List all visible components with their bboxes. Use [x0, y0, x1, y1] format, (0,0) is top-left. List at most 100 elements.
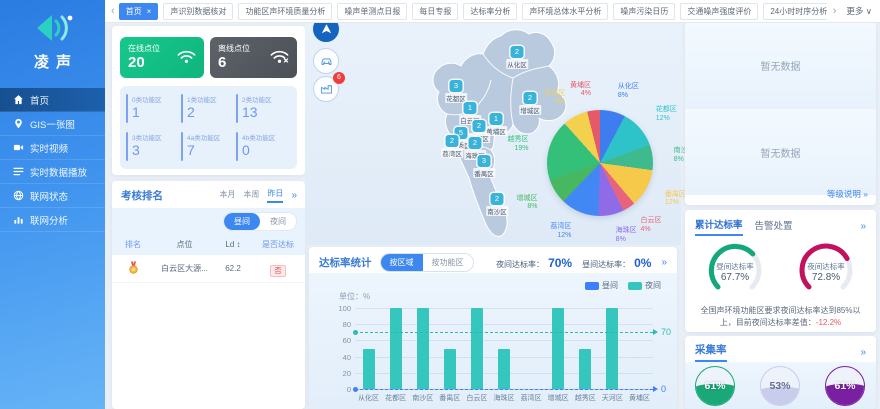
bar-chart: 020406080100从化区花都区南沙区番禺区白云区海珠区荔湾区增城区越秀区天… [309, 247, 677, 409]
tab-噪声单测点日报[interactable]: 噪声单测点日报 [337, 3, 407, 20]
level-description-link[interactable]: 等级说明 » [827, 188, 868, 200]
sidebar-item-GIS一张图[interactable]: GIS一张图 [0, 112, 105, 136]
wifi-offline-icon [269, 49, 290, 65]
map-marker-花都区[interactable]: 3 [450, 80, 463, 92]
bar-夜间-增城区 [552, 308, 564, 389]
tab-首页[interactable]: 首页× [119, 3, 159, 20]
no-data-text: 暂无数据 [761, 58, 801, 73]
collection-title: 采集率 [695, 342, 727, 362]
map-marker-白云区[interactable]: 1 [464, 102, 477, 114]
tab-交通噪声强度评价[interactable]: 交通噪声强度评价 [680, 3, 758, 20]
map-marker-黄埔区[interactable]: 1 [490, 113, 503, 125]
tab-每日专报[interactable]: 每日专报 [412, 3, 458, 20]
ranking-tab-本月[interactable]: 本月 [219, 189, 235, 202]
map-marker-海珠区[interactable]: 2 [469, 137, 482, 149]
online-points-card: 在线点位 20 [120, 37, 204, 78]
map-pin-icon [13, 118, 24, 129]
sidebar-item-实时数据播放[interactable]: 实时数据播放 [0, 160, 105, 184]
open-tabs: 首页×声识别数据核对 功能区声环境质量分析 噪声单测点日报每日专报 达标率分析 声环境总… [119, 3, 827, 20]
map-marker-label: 荔湾区 [441, 148, 463, 158]
tab-累计达标率[interactable]: 累计达标率 [695, 217, 743, 236]
reference-dot [353, 330, 358, 335]
tab-达标率分析[interactable]: 达标率分析 [463, 3, 517, 20]
ranking-tab-本周[interactable]: 本周 [243, 189, 259, 202]
tab-声识别数据核对[interactable]: 声识别数据核对 [163, 3, 233, 20]
map-marker-荔湾区[interactable]: 2 [446, 135, 459, 147]
ranking-tab-昨日[interactable]: 昨日 [267, 188, 283, 203]
reference-label: 0 [661, 384, 666, 394]
toggle-昼间[interactable]: 昼间 [224, 213, 260, 230]
tab-功能区声环境质量分析[interactable]: 功能区声环境质量分析 [238, 3, 332, 20]
ranking-more-icon[interactable]: » [291, 190, 297, 201]
sidebar-item-首页[interactable]: 首页 [0, 88, 105, 112]
collection-circle-2: 53% [760, 366, 800, 406]
rank-cell [112, 260, 154, 278]
map-marker-从化区[interactable]: 2 [511, 46, 524, 58]
offline-points-card: 离线点位 6 [210, 37, 297, 78]
zone-accent-bar [181, 132, 183, 161]
map-marker-南沙区[interactable]: 2 [491, 193, 504, 205]
tab-label: 24小时时序分析 [770, 6, 826, 17]
collection-circles: 61%53%61% [685, 362, 876, 409]
cumulative-note: 全国声环境功能区要求夜间达标率达到85%以上，目前夜间达标率差值：-12.2% [685, 303, 876, 330]
noise-monitoring-dashboard: 凌声 首页 GIS一张图实时视频实时数据播放联网状态联网分析 ‹ 首页×声识别数据… [0, 0, 880, 409]
sidebar-item-label: GIS一张图 [30, 117, 75, 131]
table-row[interactable]: 白云区大源...62.2否 [112, 255, 305, 283]
tab-label: 达标率分析 [470, 6, 510, 17]
y-axis-tick: 40 [329, 353, 351, 362]
gauge-昼间达标率: 昼间达标率67.7% [693, 240, 777, 303]
tab-噪声污染日历[interactable]: 噪声污染日历 [613, 3, 675, 20]
ranking-header: 考核排名 本月本周昨日 » [112, 181, 305, 208]
collection-circle-1: 61% [695, 366, 735, 406]
column-header-排名: 排名 [112, 239, 154, 250]
zone-accent-bar [181, 94, 183, 123]
tabs-scroll-left-icon[interactable]: ‹ [111, 5, 115, 17]
column-header-点位: 点位 [154, 239, 215, 250]
close-icon[interactable]: × [147, 7, 152, 16]
ranking-table-header: 排名点位Ld ↕是否达标 [112, 234, 305, 255]
ranking-table-body: 白云区大源...62.2否 [112, 255, 305, 283]
function-zone-stats: 0类功能区11类功能区22类功能区133类功能区34a类功能区74b类功能区0 [120, 86, 297, 169]
sidebar-item-联网状态[interactable]: 联网状态 [0, 184, 105, 208]
x-axis-label-从化区: 从化区 [355, 393, 382, 403]
sidebar-item-label: 联网状态 [30, 189, 68, 203]
column-header-Ld[interactable]: Ld ↕ [215, 240, 251, 249]
tab-24小时时序分析[interactable]: 24小时时序分析 [763, 3, 826, 20]
sidebar-item-label: 联网分析 [30, 213, 68, 227]
map-marker-天河区[interactable]: 2 [473, 120, 486, 132]
gauge-夜间达标率: 夜间达标率72.8% [784, 240, 868, 303]
map-marker-番禺区[interactable]: 3 [478, 155, 491, 167]
map-panel: 6 2从化区3花都区2增城区1白云区1黄埔区2天河区5越秀区2荔湾区2海珠区3番… [305, 22, 681, 245]
map-marker-增城区[interactable]: 2 [524, 92, 537, 104]
svg-text:72.8%: 72.8% [812, 272, 840, 283]
tabs-more-menu[interactable]: 更多 ∨ [846, 5, 872, 17]
svg-text:夜间达标率: 夜间达标率 [808, 261, 846, 271]
x-axis-label-花都区: 花都区 [382, 393, 409, 403]
zone-label: 1类功能区 [187, 94, 217, 104]
compliance-rate-card: 达标率统计 按区域按功能区 夜间达标率： 70% 昼间达标率： 0% » 昼间夜… [309, 247, 677, 409]
tab-label: 功能区声环境质量分析 [245, 6, 325, 17]
toggle-夜间[interactable]: 夜间 [260, 213, 296, 230]
wifi-online-icon [176, 49, 197, 65]
svg-text:昼间达标率: 昼间达标率 [716, 261, 754, 271]
network-status-icon [13, 190, 24, 201]
tabs-scroll-right-icon[interactable]: › [833, 5, 837, 17]
points-overview-card: 在线点位 20 离线点位 6 0类功能区11类功能区22类功能区133类功能区3… [112, 26, 305, 175]
no-data-bottom-section: 暂无数据 [685, 108, 876, 195]
zone-label: 3类功能区 [132, 132, 162, 142]
zone-accent-bar [126, 94, 128, 123]
collection-rate-card: 采集率 » 61%53%61% [685, 336, 876, 409]
tab-告警处置[interactable]: 告警处置 [755, 218, 793, 235]
no-data-card: 暂无数据 暂无数据 等级说明 » [685, 22, 876, 205]
ld-cell: 62.2 [215, 264, 251, 273]
sidebar-item-实时视频[interactable]: 实时视频 [0, 136, 105, 160]
sidebar-menu: 首页 GIS一张图实时视频实时数据播放联网状态联网分析 [0, 88, 105, 232]
app-name: 凌声 [0, 51, 105, 72]
day-night-toggle: 昼间夜间 [223, 212, 297, 231]
sidebar-item-联网分析[interactable]: 联网分析 [0, 208, 105, 232]
tab-声环境总体水平分析[interactable]: 声环境总体水平分析 [522, 3, 608, 20]
collection-more-icon[interactable]: » [860, 347, 866, 358]
cumulative-more-icon[interactable]: » [860, 221, 866, 232]
map-marker-label: 从化区 [506, 59, 528, 69]
gauges-row: 昼间达标率67.7%夜间达标率72.8% [685, 240, 876, 303]
